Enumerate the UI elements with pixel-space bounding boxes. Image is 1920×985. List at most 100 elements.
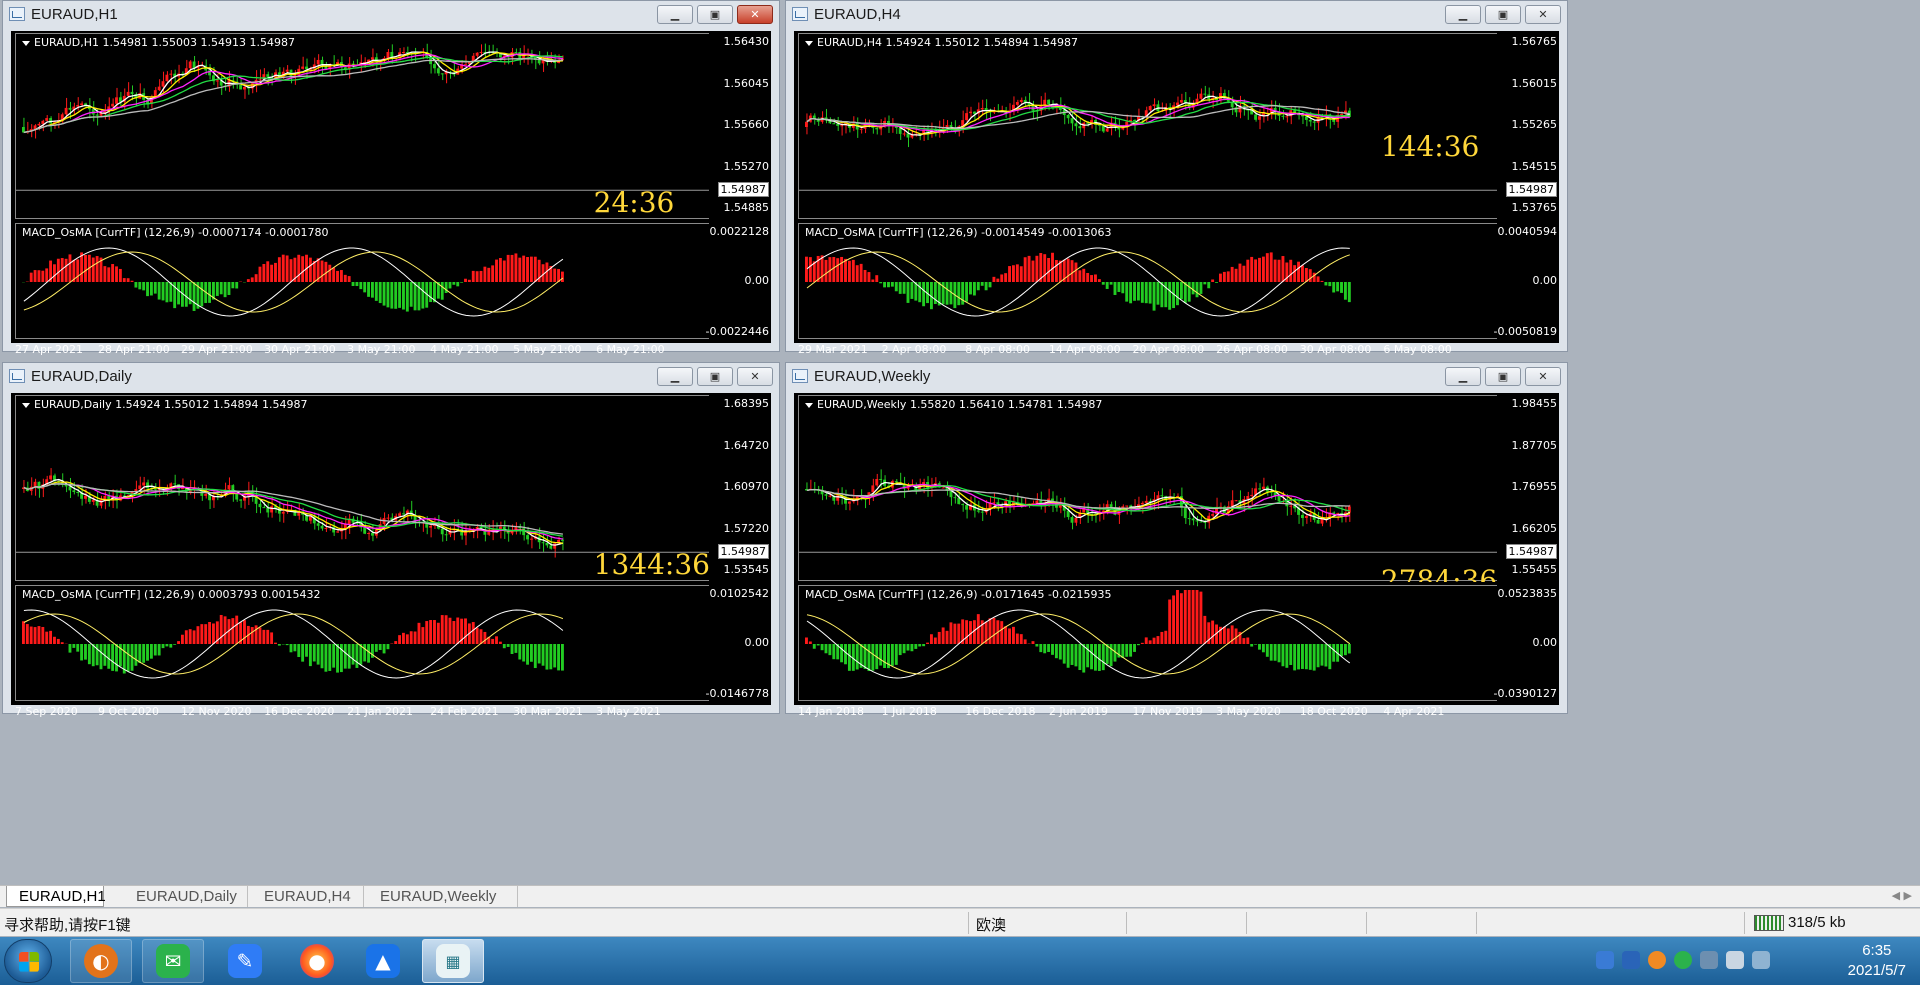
candle-body: [1187, 518, 1191, 520]
histogram-bar: [37, 270, 41, 282]
volume-icon[interactable]: [1726, 951, 1744, 969]
price-scale[interactable]: 1.56765 1.56015 1.55265 1.54515 1.53765 1.549…: [1497, 33, 1559, 219]
close-button[interactable]: ✕: [1525, 5, 1561, 24]
histogram-bar: [1023, 257, 1027, 282]
candle-body: [545, 542, 549, 546]
minimize-button[interactable]: ▁: [657, 367, 693, 386]
tab-euraud-weekly[interactable]: EURAUD,Weekly: [368, 886, 518, 907]
chart-canvas[interactable]: EURAUD,Daily 1.54924 1.55012 1.54894 1.5…: [11, 393, 771, 718]
time-tick-label: 27 Apr 2021: [15, 343, 84, 356]
indicator-pane[interactable]: MACD_OsMA [CurrTF] (12,26,9) -0.0014549 …: [798, 223, 1501, 339]
tab-euraud-h1[interactable]: EURAUD,H1: [6, 886, 106, 907]
histogram-bar: [816, 644, 820, 646]
time-tick-label: 16 Dec 2020: [264, 705, 335, 718]
window-titlebar[interactable]: EURAUD,H1 ▁ ▣ ✕: [3, 1, 779, 27]
feishu-icon[interactable]: ✎: [214, 939, 276, 983]
symbol-info: EURAUD,H4 1.54924 1.55012 1.54894 1.5498…: [805, 36, 1078, 49]
firefox-icon[interactable]: ●: [286, 939, 348, 983]
candle-body: [965, 113, 969, 121]
collapse-triangle-icon[interactable]: [22, 402, 30, 408]
price-pane[interactable]: EURAUD,H1 1.54981 1.55003 1.54913 1.5498…: [15, 33, 713, 219]
time-axis[interactable]: 7 Sep 2020 9 Oct 2020 12 Nov 2020 16 Dec 20…: [11, 705, 771, 723]
chart-window-h4[interactable]: EURAUD,H4 ▁ ▣ ✕ EURAUD,H4 1.54924 1.5501…: [785, 0, 1568, 356]
histogram-bar: [398, 635, 402, 644]
histogram-bar: [192, 282, 196, 311]
start-orb-icon[interactable]: [4, 939, 52, 983]
tab-scroll-arrows[interactable]: ◀ ▶: [1892, 889, 1912, 902]
indicator-pane[interactable]: MACD_OsMA [CurrTF] (12,26,9) -0.0171645 …: [798, 585, 1501, 701]
histogram-bar: [467, 279, 471, 282]
indicator-scale[interactable]: 0.0102542 0.00 -0.0146778: [706, 585, 771, 701]
wechat-icon[interactable]: ✉: [142, 939, 204, 983]
close-button[interactable]: ✕: [737, 5, 773, 24]
histogram-bar: [355, 644, 359, 668]
tab-euraud-daily[interactable]: EURAUD,Daily: [124, 886, 248, 907]
histogram-bar: [149, 282, 153, 296]
histogram-bar: [475, 271, 479, 282]
network-icon[interactable]: [1700, 951, 1718, 969]
window-titlebar[interactable]: EURAUD,Daily ▁ ▣ ✕: [3, 363, 779, 389]
usb-icon[interactable]: [1596, 951, 1614, 969]
price-pane[interactable]: EURAUD,H4 1.54924 1.55012 1.54894 1.5498…: [798, 33, 1501, 219]
chart-canvas[interactable]: EURAUD,H4 1.54924 1.55012 1.54894 1.5498…: [794, 31, 1559, 356]
orange-app-icon[interactable]: ◐: [70, 939, 132, 983]
collapse-triangle-icon[interactable]: [22, 40, 30, 46]
histogram-bar: [444, 282, 448, 294]
candle-body: [1258, 488, 1261, 490]
price-pane[interactable]: EURAUD,Daily 1.54924 1.55012 1.54894 1.5…: [15, 395, 713, 581]
histogram-bar: [910, 644, 914, 652]
chart-canvas[interactable]: EURAUD,Weekly 1.55820 1.56410 1.54781 1.…: [794, 393, 1559, 718]
histogram-bar: [1328, 282, 1332, 287]
chart-window-daily[interactable]: EURAUD,Daily ▁ ▣ ✕ EURAUD,Daily 1.54924 …: [2, 362, 780, 718]
histogram-bar: [1136, 282, 1140, 301]
tab-euraud-h4[interactable]: EURAUD,H4: [252, 886, 364, 907]
price-scale[interactable]: 1.98455 1.87705 1.76955 1.66205 1.55455 1.549…: [1497, 395, 1559, 581]
window-titlebar[interactable]: EURAUD,Weekly ▁ ▣ ✕: [786, 363, 1567, 389]
close-button[interactable]: ✕: [737, 367, 773, 386]
close-button[interactable]: ✕: [1525, 367, 1561, 386]
indicator-pane[interactable]: MACD_OsMA [CurrTF] (12,26,9) -0.0007174 …: [15, 223, 713, 339]
time-axis[interactable]: 29 Mar 2021 2 Apr 08:00 8 Apr 08:00 14 Apr …: [794, 343, 1559, 361]
signal-icon[interactable]: [1752, 951, 1770, 969]
collapse-triangle-icon[interactable]: [805, 402, 813, 408]
terminal-app: EURAUD,H1 ▁ ▣ ✕ EURAUD,H1 1.54981 1.5500…: [0, 0, 1920, 985]
sync-icon[interactable]: [1648, 951, 1666, 969]
price-scale[interactable]: 1.68395 1.64720 1.60970 1.57220 1.53545 1.549…: [709, 395, 771, 581]
terminal-app-icon[interactable]: ▦: [422, 939, 484, 983]
time-axis[interactable]: 14 Jan 2018 1 Jul 2018 16 Dec 2018 2 Jun 20…: [794, 705, 1559, 723]
histogram-bar: [890, 644, 894, 666]
maximize-button[interactable]: ▣: [1485, 367, 1521, 386]
chart-window-weekly[interactable]: EURAUD,Weekly ▁ ▣ ✕ EURAUD,Weekly 1.5582…: [785, 362, 1568, 718]
wechat-tray-icon[interactable]: [1674, 951, 1692, 969]
chart-canvas[interactable]: EURAUD,H1 1.54981 1.55003 1.54913 1.5498…: [11, 31, 771, 356]
histogram-bar: [1066, 644, 1070, 668]
chart-window-h1[interactable]: EURAUD,H1 ▁ ▣ ✕ EURAUD,H1 1.54981 1.5500…: [2, 0, 780, 356]
time-axis[interactable]: 27 Apr 2021 28 Apr 21:00 29 Apr 21:00 30 Ap…: [11, 343, 771, 361]
maximize-icon: ▣: [1497, 370, 1509, 383]
maximize-button[interactable]: ▣: [1485, 5, 1521, 24]
indicator-scale[interactable]: 0.0523835 0.00 -0.0390127: [1494, 585, 1559, 701]
indicator-scale[interactable]: 0.0040594 0.00 -0.0050819: [1494, 223, 1559, 339]
minimize-button[interactable]: ▁: [1445, 5, 1481, 24]
maximize-button[interactable]: ▣: [697, 367, 733, 386]
indicator-scale[interactable]: 0.0022128 0.00 -0.0022446: [706, 223, 771, 339]
minimize-button[interactable]: ▁: [1445, 367, 1481, 386]
meitu-icon[interactable]: ▲: [352, 939, 414, 983]
window-titlebar[interactable]: EURAUD,H4 ▁ ▣ ✕: [786, 1, 1567, 27]
candle-body: [1234, 500, 1238, 502]
maximize-icon: ▣: [709, 8, 721, 21]
time-tick-label: 6 May 08:00: [1383, 343, 1452, 356]
minimize-button[interactable]: ▁: [657, 5, 693, 24]
price-tick-label: 1.64720: [723, 438, 770, 452]
shield-icon[interactable]: [1622, 951, 1640, 969]
price-pane[interactable]: EURAUD,Weekly 1.55820 1.56410 1.54781 1.…: [798, 395, 1501, 582]
candle-body: [301, 66, 305, 69]
indicator-pane[interactable]: MACD_OsMA [CurrTF] (12,26,9) 0.0003793 0…: [15, 585, 713, 701]
collapse-triangle-icon[interactable]: [805, 40, 813, 46]
histogram-bar: [1101, 644, 1105, 671]
maximize-button[interactable]: ▣: [697, 5, 733, 24]
clock[interactable]: 6:35 2021/5/7: [1848, 941, 1906, 981]
histogram-bar: [945, 282, 949, 305]
price-scale[interactable]: 1.56430 1.56045 1.55660 1.55270 1.54885 1.549…: [709, 33, 771, 219]
status-bar: 寻求帮助,请按F1键 欧澳 318/5 kb: [0, 908, 1920, 936]
